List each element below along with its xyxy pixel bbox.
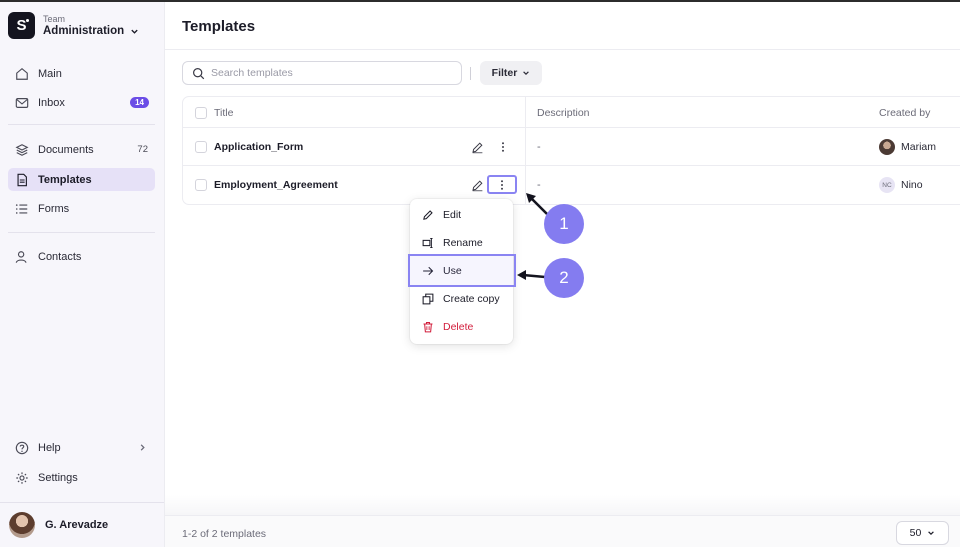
step-2-badge: 2 bbox=[544, 258, 584, 298]
arrowhead-2-icon bbox=[517, 270, 526, 280]
step-1-badge: 1 bbox=[544, 204, 584, 244]
arrow-2-icon bbox=[522, 273, 546, 279]
annotation-arrows bbox=[517, 193, 548, 280]
arrow-1-icon bbox=[530, 197, 548, 215]
